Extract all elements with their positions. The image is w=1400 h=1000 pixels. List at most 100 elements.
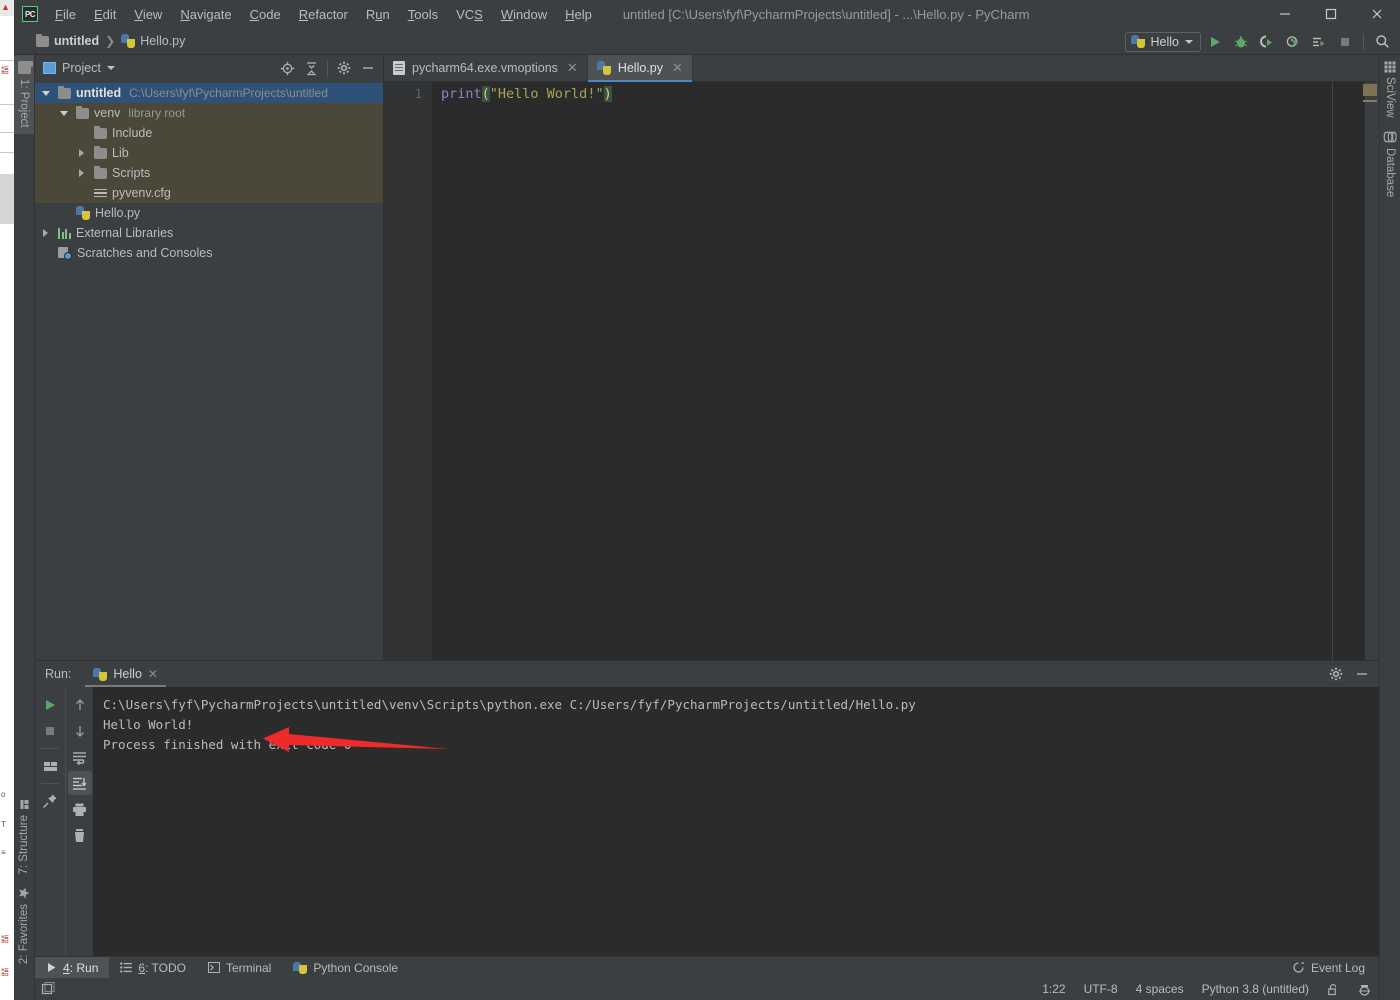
editor-tab-bar: pycharm64.exe.vmoptions ✕ Hello.py ✕ [384, 55, 1379, 82]
code-content[interactable]: print("Hello World!") [432, 82, 1365, 660]
chevron-right-icon[interactable] [75, 149, 88, 157]
tree-item-hello-py[interactable]: Hello.py [35, 203, 383, 223]
folder-icon [94, 165, 107, 179]
menu-vcs[interactable]: VCS [447, 4, 492, 25]
show-tool-windows-icon[interactable] [41, 982, 55, 996]
tab-pycharm64-vmoptions[interactable]: pycharm64.exe.vmoptions ✕ [384, 55, 588, 81]
sidebar-item-project[interactable]: 1: Project [14, 55, 34, 134]
stop-button[interactable] [1333, 30, 1357, 54]
tree-item-path: C:\Users\fyf\PycharmProjects\untitled [129, 86, 328, 100]
run-settings-button[interactable] [1325, 663, 1347, 685]
run-console-output[interactable]: C:\Users\fyf\PycharmProjects\untitled\ve… [93, 687, 1379, 956]
tree-item-lib[interactable]: Lib [35, 143, 383, 163]
collapse-all-button[interactable] [300, 57, 322, 79]
show-running-list-button[interactable] [38, 754, 62, 778]
menu-edit[interactable]: Edit [85, 4, 125, 25]
chevron-down-icon [1185, 39, 1193, 44]
tool-window-run[interactable]: 4: Run [35, 956, 110, 979]
inspector-icon[interactable] [1358, 983, 1371, 996]
scroll-to-end-button[interactable] [67, 771, 92, 795]
tree-item-include[interactable]: Include [35, 123, 383, 143]
chevron-down-icon[interactable] [39, 90, 52, 96]
menu-code[interactable]: Code [241, 4, 290, 25]
background-window: ▲ 語 o T ≡ 語 語 [0, 0, 14, 1000]
run-with-coverage-button[interactable] [1255, 30, 1279, 54]
indent-indicator[interactable]: 4 spaces [1136, 982, 1184, 996]
interpreter-indicator[interactable]: Python 3.8 (untitled) [1202, 982, 1309, 996]
python-file-icon [76, 206, 90, 220]
tree-item-pyvenv-cfg[interactable]: pyvenv.cfg [35, 183, 383, 203]
menu-tools[interactable]: Tools [399, 4, 447, 25]
event-log-button[interactable]: Event Log [1292, 961, 1365, 975]
rerun-button[interactable] [38, 693, 62, 717]
tree-item-venv[interactable]: venv library root [35, 103, 383, 123]
chevron-right-icon[interactable] [75, 169, 88, 177]
hide-run-panel-button[interactable] [1351, 663, 1373, 685]
menu-refactor[interactable]: Refactor [290, 4, 357, 25]
search-everywhere-button[interactable] [1370, 30, 1394, 54]
tree-item-label: Hello.py [95, 206, 141, 220]
run-configuration-selector[interactable]: Hello [1124, 31, 1201, 52]
breadcrumb-item-project[interactable]: untitled [36, 33, 99, 48]
tree-item-external-libraries[interactable]: External Libraries [35, 223, 383, 243]
close-icon[interactable] [1354, 0, 1400, 28]
run-tool-window: Run: Hello ✕ C:\Users\fyf\PycharmProject… [35, 660, 1379, 956]
project-tool-window: Project untitled C:\Users\fyf\PycharmPro… [35, 55, 384, 660]
tree-item-scratches-and-consoles[interactable]: Scratches and Consoles [35, 243, 383, 263]
run-tab-hello[interactable]: Hello ✕ [85, 661, 166, 687]
code-token-open-paren: ( [481, 86, 490, 102]
menu-help[interactable]: Help [556, 4, 601, 25]
profile-button[interactable] [1281, 30, 1305, 54]
menu-view[interactable]: View [125, 4, 171, 25]
tool-window-terminal[interactable]: Terminal [197, 957, 282, 979]
chevron-right-icon[interactable] [39, 229, 52, 237]
editor-scrollbar[interactable] [1363, 82, 1379, 660]
soft-wrap-button[interactable] [68, 745, 92, 769]
tool-window-todo[interactable]: 6: TODO [109, 957, 197, 979]
close-icon[interactable]: ✕ [148, 667, 158, 681]
menu-navigate[interactable]: Navigate [171, 4, 240, 25]
pin-tab-button[interactable] [38, 789, 62, 813]
run-dashboard-button[interactable] [1307, 30, 1331, 54]
sidebar-item-sciview[interactable]: SciView [1380, 55, 1400, 124]
tool-window-python-console[interactable]: Python Console [282, 957, 409, 979]
up-stack-button[interactable] [68, 693, 92, 717]
chevron-down-icon[interactable] [57, 110, 70, 116]
breadcrumb-item-file[interactable]: Hello.py [121, 34, 185, 48]
debug-button[interactable] [1229, 30, 1253, 54]
project-tree: untitled C:\Users\fyf\PycharmProjects\un… [35, 81, 383, 660]
maximize-icon[interactable] [1308, 0, 1354, 28]
scroll-from-source-button[interactable] [276, 57, 298, 79]
clear-all-button[interactable] [68, 823, 92, 847]
close-icon[interactable]: ✕ [672, 60, 683, 76]
close-icon[interactable]: ✕ [567, 60, 578, 76]
toolbar-divider [1363, 33, 1364, 50]
caret-position[interactable]: 1:22 [1042, 982, 1065, 996]
run-button[interactable] [1203, 30, 1227, 54]
python-icon [293, 961, 308, 974]
chevron-down-icon [106, 66, 115, 70]
hide-panel-button[interactable] [357, 57, 379, 79]
minimize-icon[interactable] [1262, 0, 1308, 28]
sidebar-item-structure[interactable]: 7: Structure [14, 793, 34, 880]
python-file-icon [596, 61, 611, 75]
encoding-indicator[interactable]: UTF-8 [1084, 982, 1118, 996]
gear-icon[interactable] [333, 57, 355, 79]
down-stack-button[interactable] [68, 719, 92, 743]
tab-hello-py[interactable]: Hello.py ✕ [587, 55, 693, 82]
folder-icon [58, 85, 71, 99]
print-button[interactable] [68, 797, 92, 821]
menu-window[interactable]: Window [492, 4, 556, 25]
title-bar: PC File Edit View Navigate Code Refactor… [14, 0, 1400, 28]
tree-item-scripts[interactable]: Scripts [35, 163, 383, 183]
project-pane-title[interactable]: Project [43, 61, 115, 75]
sidebar-item-favorites[interactable]: 2: Favorites [14, 881, 34, 970]
menu-run[interactable]: Run [357, 4, 399, 25]
stop-process-button[interactable] [38, 719, 62, 743]
folder-icon [94, 125, 107, 139]
tree-item-untitled[interactable]: untitled C:\Users\fyf\PycharmProjects\un… [35, 83, 383, 103]
menu-file[interactable]: File [46, 4, 85, 25]
code-editor[interactable]: 1 print("Hello World!") [384, 82, 1379, 660]
lock-icon[interactable] [1327, 983, 1340, 996]
sidebar-item-database[interactable]: Database [1380, 124, 1400, 203]
